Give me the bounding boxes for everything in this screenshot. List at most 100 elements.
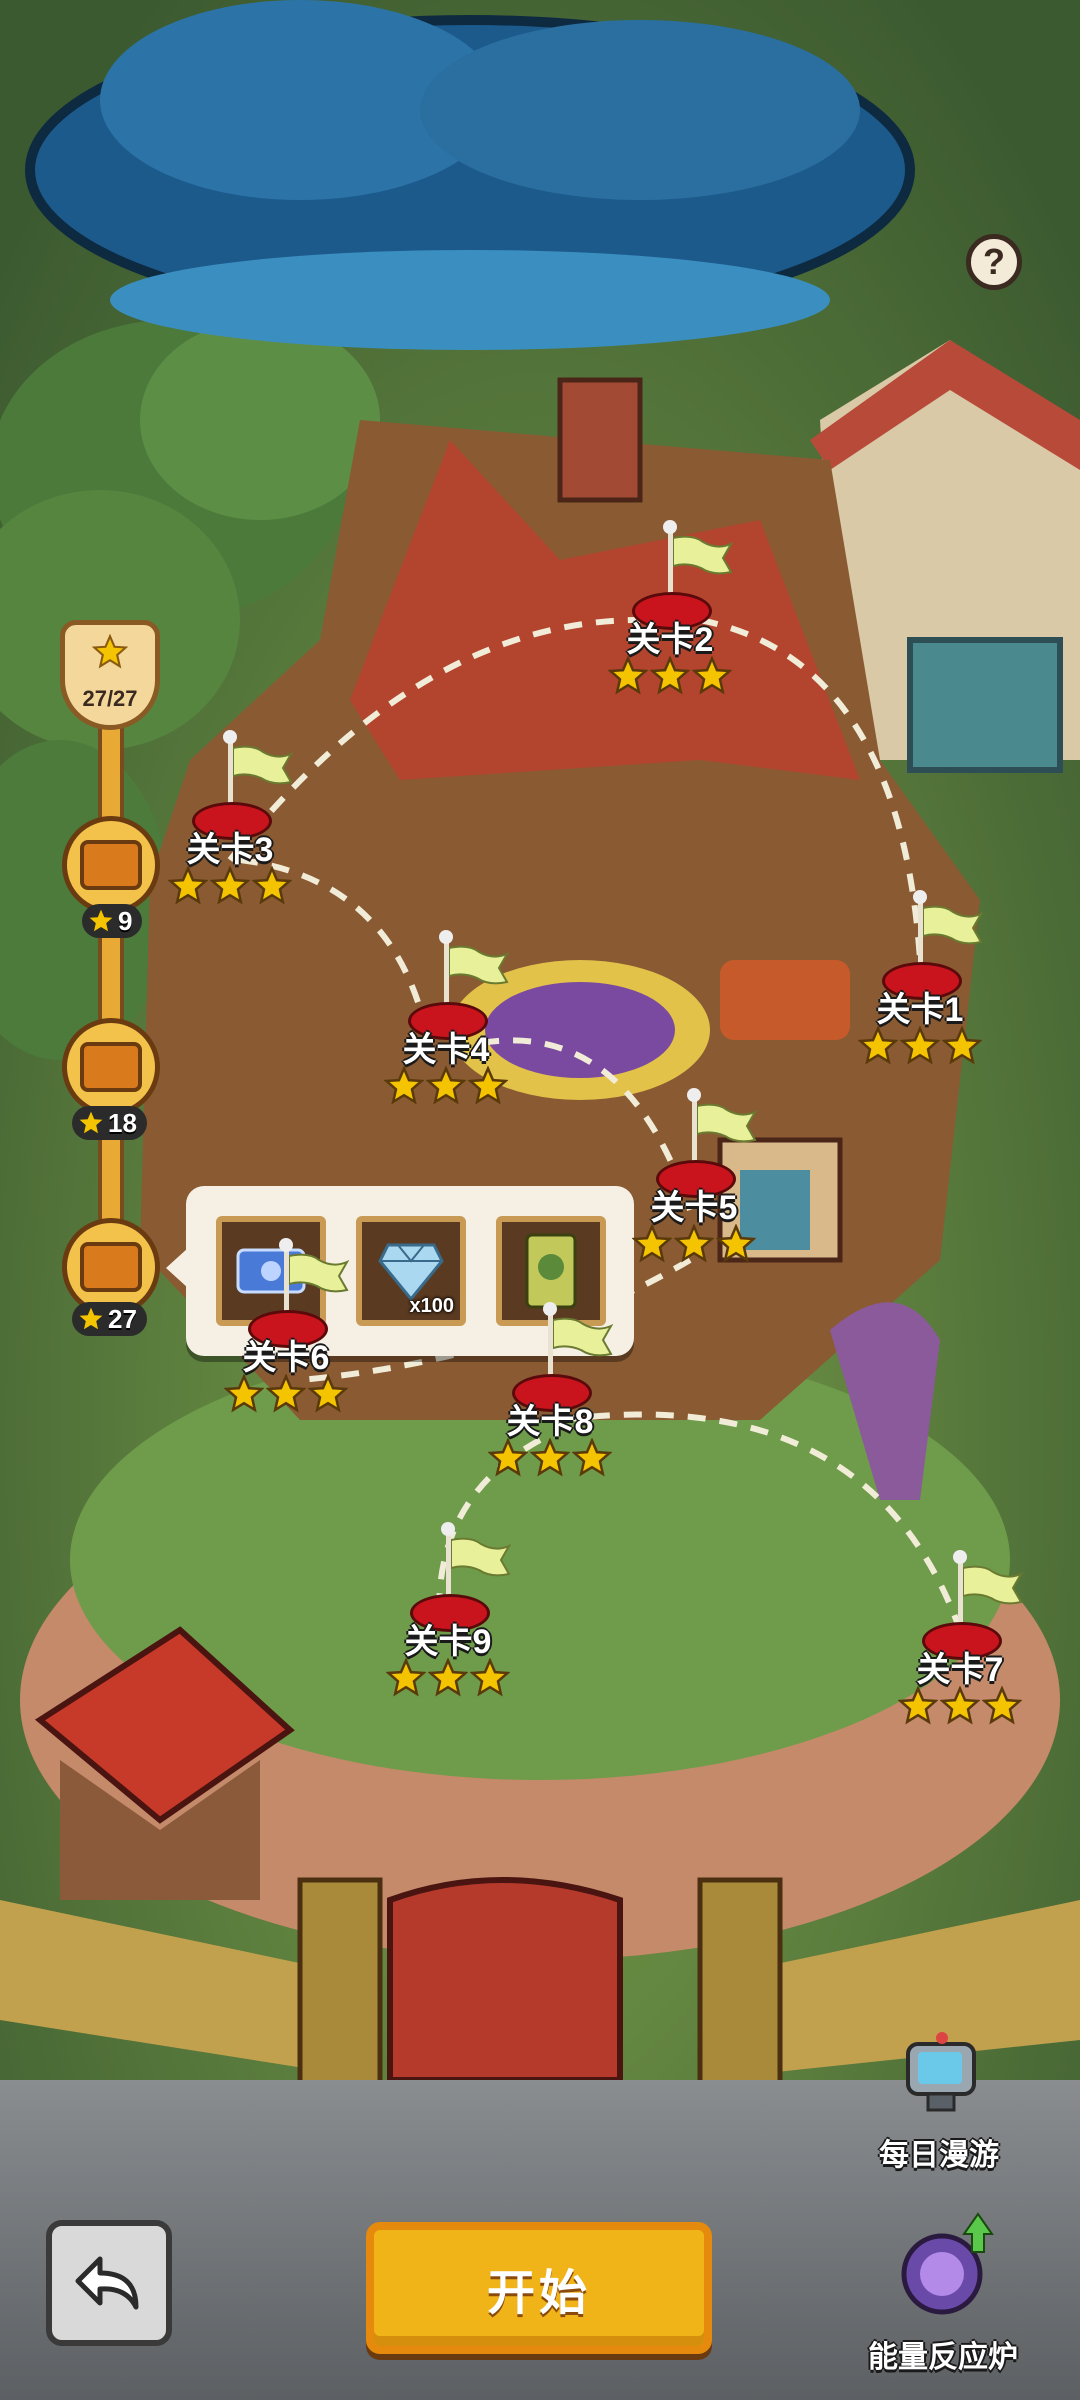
star-icon (426, 1066, 466, 1105)
level-stars (206, 1374, 366, 1414)
star-icon (470, 1658, 510, 1697)
help-button[interactable]: ? (966, 234, 1022, 290)
chest-requirement-value: 9 (118, 905, 133, 936)
level-name: 关卡2 (626, 621, 714, 659)
star-icon (79, 1111, 103, 1134)
level-node-5[interactable]: 关卡5 (632, 1088, 757, 1268)
level-node-3[interactable]: 关卡3 (168, 730, 293, 910)
chest-requirement-value: 18 (108, 1107, 137, 1138)
reward-qty: x100 (409, 1295, 455, 1317)
level-node-4[interactable]: 关卡4 (384, 930, 509, 1110)
star-icon (266, 1374, 306, 1413)
daily-roam-button[interactable]: 每日漫游 (854, 2030, 1024, 2180)
star-icon (224, 1374, 264, 1413)
level-node-6[interactable]: 关卡6 (224, 1238, 349, 1418)
level-stars (470, 1438, 630, 1478)
back-button[interactable] (46, 2220, 172, 2346)
chest-icon (80, 1242, 142, 1292)
star-icon (89, 909, 113, 932)
star-icon (168, 866, 208, 905)
star-icon (386, 1658, 426, 1697)
energy-orb-icon (901, 2212, 994, 2315)
level-node-1[interactable]: 关卡1 (858, 890, 983, 1070)
flag-pole-tip (687, 1088, 701, 1102)
level-name: 关卡3 (186, 831, 274, 869)
reward-chest-2[interactable] (62, 1018, 160, 1116)
flag-pole-tip (441, 1522, 455, 1536)
star-icon (428, 1658, 468, 1697)
reward-item-diamond[interactable]: x100 (356, 1216, 466, 1326)
flag-pole-tip (913, 890, 927, 904)
chest-requirement-2: 18 (72, 1106, 147, 1140)
flag-icon (449, 945, 509, 985)
level-stars (614, 1224, 774, 1264)
star-icon (858, 1026, 898, 1065)
diamond-icon (378, 1243, 444, 1301)
level-node-9[interactable]: 关卡9 (386, 1522, 511, 1702)
star-icon (572, 1438, 612, 1477)
star-icon (308, 1374, 348, 1413)
star-icon (716, 1224, 756, 1263)
star-total: 27/27 (82, 686, 138, 711)
storm-cloud (25, 0, 915, 350)
start-button[interactable]: 开始 (366, 2222, 712, 2354)
star-icon (982, 1686, 1022, 1725)
daily-roam-label: 每日漫游 (879, 2139, 999, 2172)
star-icon (650, 656, 690, 695)
star-icon (384, 1066, 424, 1105)
chest-requirement-1: 9 (82, 904, 143, 938)
level-stars (368, 1658, 528, 1698)
flag-pole-tip (279, 1238, 293, 1252)
flag-icon (963, 1565, 1023, 1605)
start-button-label: 开始 (486, 2267, 591, 2320)
star-icon (488, 1438, 528, 1477)
flag-pole-tip (543, 1302, 557, 1316)
level-node-7[interactable]: 关卡7 (898, 1550, 1023, 1730)
level-stars (150, 866, 310, 906)
level-node-2[interactable]: 关卡2 (608, 520, 733, 700)
tv-robot-icon (906, 2032, 976, 2112)
flag-icon (553, 1317, 613, 1357)
star-icon (692, 656, 732, 695)
flag-icon (289, 1253, 349, 1293)
level-name: 关卡4 (402, 1031, 490, 1069)
back-arrow-icon (75, 2256, 139, 2310)
flag-pole-tip (439, 930, 453, 944)
level-stars (590, 656, 750, 696)
flag-pole-tip (663, 520, 677, 534)
flag-icon (451, 1537, 511, 1577)
chest-icon (80, 840, 142, 890)
level-name: 关卡9 (404, 1623, 492, 1661)
star-progress-track (98, 680, 124, 1280)
energy-reactor-label: 能量反应炉 (868, 2341, 1018, 2374)
chest-requirement-value: 27 (108, 1303, 137, 1334)
flag-pole-tip (223, 730, 237, 744)
level-stars (840, 1026, 1000, 1066)
level-name: 关卡5 (650, 1189, 738, 1227)
level-name: 关卡8 (506, 1403, 594, 1441)
star-icon (79, 1307, 103, 1330)
flag-icon (233, 745, 293, 785)
level-node-8[interactable]: 关卡8 (488, 1302, 613, 1482)
flag-icon (673, 535, 733, 575)
star-icon (940, 1686, 980, 1725)
star-icon (468, 1066, 508, 1105)
level-name: 关卡6 (242, 1339, 330, 1377)
chest-requirement-3: 27 (72, 1302, 147, 1336)
energy-reactor-button[interactable]: 能量反应炉 (858, 2212, 1028, 2392)
star-icon (92, 634, 128, 669)
star-icon (898, 1686, 938, 1725)
star-icon (608, 656, 648, 695)
flag-icon (923, 905, 983, 945)
star-icon (530, 1438, 570, 1477)
star-icon (252, 866, 292, 905)
star-icon (632, 1224, 672, 1263)
star-icon (900, 1026, 940, 1065)
level-name: 关卡7 (916, 1651, 1004, 1689)
level-stars (880, 1686, 1040, 1726)
level-name: 关卡1 (876, 991, 964, 1029)
star-icon (210, 866, 250, 905)
flag-icon (697, 1103, 757, 1143)
level-stars (366, 1066, 526, 1106)
star-total-badge: 27/27 (60, 620, 160, 730)
